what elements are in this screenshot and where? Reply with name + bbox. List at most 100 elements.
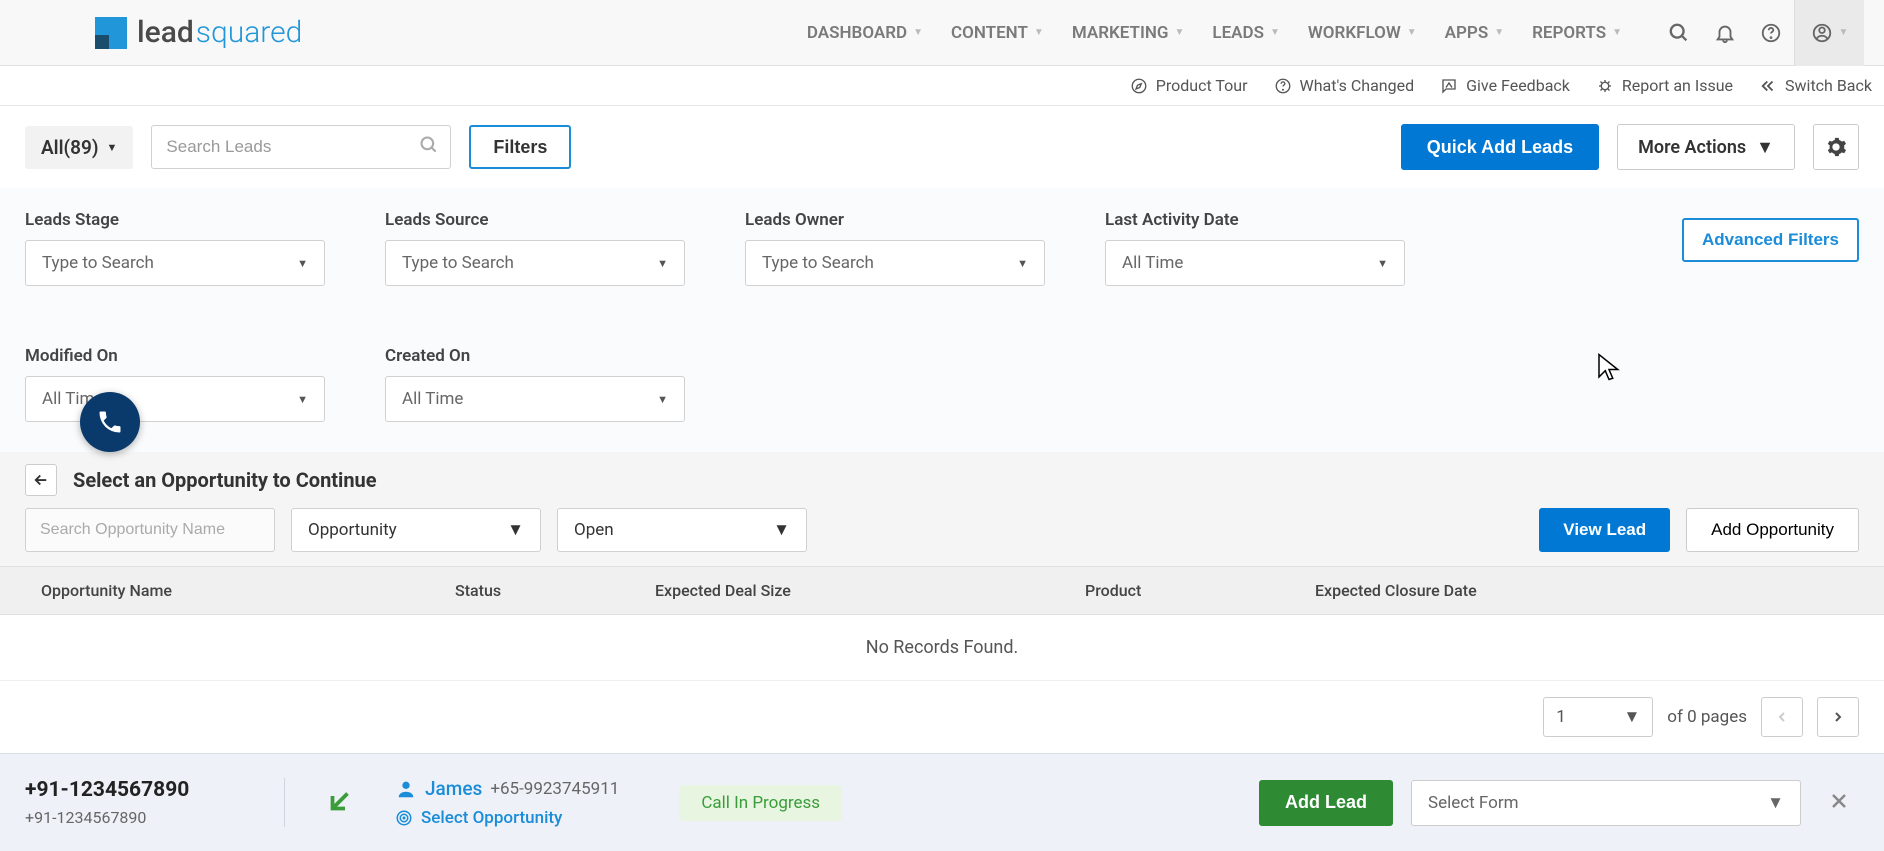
nav-dashboard[interactable]: DASHBOARD▼ xyxy=(793,23,937,43)
pager-page-value: 1 xyxy=(1556,707,1566,727)
search-leads-input[interactable] xyxy=(151,125,451,169)
nav-reports-label: REPORTS xyxy=(1532,23,1606,43)
nav-workflow[interactable]: WORKFLOW▼ xyxy=(1294,23,1431,43)
call-number-secondary: +91-1234567890 xyxy=(25,808,254,827)
col-closure-date[interactable]: Expected Closure Date xyxy=(1315,581,1859,600)
filter-value: Type to Search xyxy=(402,253,514,273)
col-status[interactable]: Status xyxy=(455,581,655,600)
close-icon xyxy=(1827,789,1851,813)
phone-dialer-button[interactable] xyxy=(80,392,140,452)
logo-mark-icon xyxy=(95,17,127,49)
nav-leads[interactable]: LEADS ▼ xyxy=(1198,23,1293,43)
pager-next-button[interactable] xyxy=(1817,697,1859,737)
more-actions-button[interactable]: More Actions▼ xyxy=(1617,124,1795,170)
search-leads-box xyxy=(151,125,451,169)
whats-changed-link[interactable]: What's Changed xyxy=(1274,76,1415,95)
arrow-down-left-icon xyxy=(325,786,355,816)
nav-reports[interactable]: REPORTS ▼ xyxy=(1518,23,1636,43)
chevron-down-icon: ▼ xyxy=(1767,793,1784,813)
product-tour-link[interactable]: Product Tour xyxy=(1130,76,1248,95)
filter-created-on-select[interactable]: All Time▼ xyxy=(385,376,685,422)
report-issue-link[interactable]: Report an Issue xyxy=(1596,76,1733,95)
search-icon xyxy=(419,135,439,159)
chevron-left-icon xyxy=(1774,709,1790,725)
filter-label: Leads Source xyxy=(385,210,685,230)
filter-modified-on-select[interactable]: All Time▼ xyxy=(25,376,325,422)
nav-apps[interactable]: APPS▼ xyxy=(1431,23,1518,43)
nav-content[interactable]: CONTENT▼ xyxy=(937,23,1058,43)
select-opportunity-link[interactable]: Select Opportunity xyxy=(395,808,619,828)
opportunity-status-select[interactable]: Open▼ xyxy=(557,508,807,552)
search-icon-button[interactable] xyxy=(1656,0,1702,66)
notifications-button[interactable] xyxy=(1702,0,1748,66)
col-deal-size[interactable]: Expected Deal Size xyxy=(655,581,1085,600)
filter-leads-source: Leads Source Type to Search ▼ xyxy=(385,210,685,286)
gear-icon xyxy=(1825,136,1847,158)
opportunity-section: Select an Opportunity to Continue Opport… xyxy=(0,452,1884,753)
view-lead-button[interactable]: View Lead xyxy=(1539,508,1670,552)
chevron-down-icon: ▼ xyxy=(773,520,790,540)
col-opportunity-name[interactable]: Opportunity Name xyxy=(25,581,455,600)
chevron-down-icon: ▼ xyxy=(1377,257,1388,270)
select-form-value: Select Form xyxy=(1428,793,1519,813)
select-form-dropdown[interactable]: Select Form ▼ xyxy=(1411,780,1801,826)
opportunity-toolbar: Opportunity▼ Open▼ View Lead Add Opportu… xyxy=(0,508,1884,566)
logo-text-2: squared xyxy=(196,15,303,50)
opportunity-table: Opportunity Name Status Expected Deal Si… xyxy=(0,566,1884,753)
filter-label: Last Activity Date xyxy=(1105,210,1405,230)
filter-value: Type to Search xyxy=(762,253,874,273)
logo[interactable]: leadsquared xyxy=(95,15,302,50)
nav-content-label: CONTENT xyxy=(951,23,1028,43)
call-status-badge: Call In Progress xyxy=(679,785,842,821)
chevron-down-icon: ▼ xyxy=(1839,27,1849,38)
chevron-down-icon: ▼ xyxy=(657,393,668,406)
filter-leads-stage-select[interactable]: Type to Search▼ xyxy=(25,240,325,286)
nav-marketing[interactable]: MARKETING▼ xyxy=(1058,23,1199,43)
chevron-down-icon: ▼ xyxy=(507,520,524,540)
chevron-down-icon: ▼ xyxy=(657,257,668,270)
add-opportunity-button[interactable]: Add Opportunity xyxy=(1686,508,1859,552)
filters-button[interactable]: Filters xyxy=(469,125,571,169)
help-icon xyxy=(1760,22,1782,44)
pager-prev-button[interactable] xyxy=(1761,697,1803,737)
all-leads-filter[interactable]: All(89)▼ xyxy=(25,126,133,169)
opportunity-type-select[interactable]: Opportunity▼ xyxy=(291,508,541,552)
filter-label: Modified On xyxy=(25,346,325,366)
filter-leads-source-select[interactable]: Type to Search ▼ xyxy=(385,240,685,286)
target-icon xyxy=(395,809,413,827)
chevron-down-icon: ▼ xyxy=(297,393,308,406)
give-feedback-link[interactable]: Give Feedback xyxy=(1440,76,1570,95)
chevron-down-icon: ▼ xyxy=(1623,707,1640,727)
compass-icon xyxy=(1130,77,1148,95)
more-actions-label: More Actions xyxy=(1638,137,1746,158)
col-product[interactable]: Product xyxy=(1085,581,1315,600)
switch-back-link[interactable]: Switch Back xyxy=(1759,76,1872,95)
filter-last-activity-select[interactable]: All Time▼ xyxy=(1105,240,1405,286)
back-button[interactable] xyxy=(25,464,57,496)
quick-add-leads-button[interactable]: Quick Add Leads xyxy=(1401,124,1599,170)
search-opportunity-input[interactable] xyxy=(25,508,275,552)
filter-leads-owner-select[interactable]: Type to Search▼ xyxy=(745,240,1045,286)
contact-name-link[interactable]: James xyxy=(425,777,482,800)
bug-icon xyxy=(1596,77,1614,95)
filter-label: Created On xyxy=(385,346,685,366)
nav-leads-label: LEADS xyxy=(1212,23,1264,43)
nav-icon-group: ▼ xyxy=(1656,0,1864,66)
no-records-message: No Records Found. xyxy=(0,615,1884,680)
nav-marketing-label: MARKETING xyxy=(1072,23,1169,43)
chevron-down-icon: ▼ xyxy=(1612,27,1622,38)
call-numbers: +91-1234567890 +91-1234567890 xyxy=(25,778,285,827)
chevron-left-double-icon xyxy=(1759,77,1777,95)
help-button[interactable] xyxy=(1748,0,1794,66)
close-call-button[interactable] xyxy=(1819,781,1859,825)
call-contact: James +65-9923745911 Select Opportunity xyxy=(395,777,619,828)
add-lead-button[interactable]: Add Lead xyxy=(1259,780,1393,826)
settings-button[interactable] xyxy=(1813,124,1859,170)
advanced-filters-button[interactable]: Advanced Filters xyxy=(1682,218,1859,262)
profile-button[interactable]: ▼ xyxy=(1794,0,1864,66)
pager-page-select[interactable]: 1▼ xyxy=(1543,697,1653,737)
logo-text-1: lead xyxy=(137,15,194,50)
nav-items: DASHBOARD▼ CONTENT▼ MARKETING▼ LEADS▼ WO… xyxy=(793,23,1636,43)
filter-value: Type to Search xyxy=(42,253,154,273)
chevron-down-icon: ▼ xyxy=(1270,27,1280,38)
